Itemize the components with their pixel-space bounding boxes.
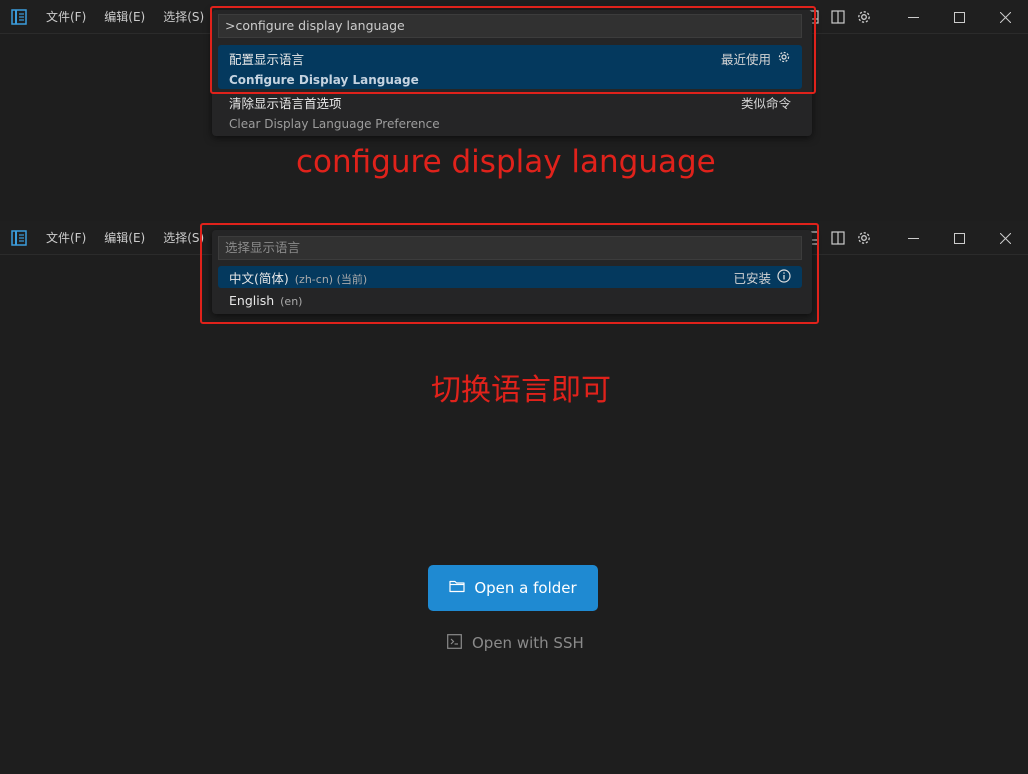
command-palette-input[interactable]: >configure display language <box>218 14 802 38</box>
language-option-desc: (en) <box>280 294 303 308</box>
terminal-icon <box>447 633 462 653</box>
toggle-sidebar-icon[interactable] <box>830 230 846 246</box>
installed-label: 已安装 <box>733 270 771 286</box>
language-option-label: English <box>229 292 275 308</box>
close-button[interactable] <box>982 221 1028 255</box>
language-picker: 选择显示语言 中文(简体) (zh-cn) (当前) 已安装 English (en… <box>212 230 812 314</box>
maximize-button[interactable] <box>936 221 982 255</box>
menu-selection[interactable]: 选择(S) <box>161 227 206 248</box>
open-folder-button[interactable]: Open a folder <box>428 565 598 611</box>
menu-file[interactable]: 文件(F) <box>44 227 88 248</box>
language-option-zh-cn[interactable]: 中文(简体) (zh-cn) (当前) 已安装 <box>218 266 802 288</box>
info-icon[interactable] <box>777 268 791 286</box>
gear-icon[interactable] <box>777 50 791 67</box>
maximize-button[interactable] <box>936 0 982 34</box>
folder-icon <box>449 579 465 597</box>
command-item-sublabel: Configure Display Language <box>229 73 419 87</box>
menu-selection[interactable]: 选择(S) <box>161 6 206 27</box>
minimize-button[interactable] <box>890 0 936 34</box>
close-button[interactable] <box>982 0 1028 34</box>
app-logo-icon <box>11 8 27 25</box>
open-ssh-label: Open with SSH <box>472 634 584 652</box>
language-search-input[interactable]: 选择显示语言 <box>218 236 802 260</box>
minimize-button[interactable] <box>890 221 936 255</box>
menu-edit[interactable]: 编辑(E) <box>102 6 147 27</box>
recently-used-label: 最近使用 <box>720 52 771 67</box>
command-item-configure-language[interactable]: 配置显示语言 最近使用 Configure Display Language <box>218 45 802 89</box>
app-window: 文件(F) 编辑(E) 选择(S) >configure display lan… <box>0 0 1028 774</box>
language-option-desc: (zh-cn) (当前) <box>294 272 368 286</box>
window-actions <box>804 221 1028 255</box>
settings-gear-icon[interactable] <box>856 9 872 25</box>
app-logo-icon <box>11 229 27 246</box>
language-option-label: 中文(简体) <box>229 270 289 286</box>
command-item-label: 配置显示语言 <box>229 52 305 67</box>
open-folder-label: Open a folder <box>474 579 577 597</box>
command-palette: >configure display language 配置显示语言 最近使用 … <box>212 10 812 136</box>
command-item-sublabel: Clear Display Language Preference <box>229 117 440 131</box>
window-actions <box>804 0 1028 34</box>
menu-file[interactable]: 文件(F) <box>44 6 88 27</box>
similar-commands-label: 类似命令 <box>740 96 791 111</box>
menu-edit[interactable]: 编辑(E) <box>102 227 147 248</box>
language-option-en[interactable]: English (en) <box>218 289 802 311</box>
settings-gear-icon[interactable] <box>856 230 872 246</box>
command-item-label: 清除显示语言首选项 <box>229 96 342 111</box>
command-item-clear-language[interactable]: 清除显示语言首选项 类似命令 Clear Display Language Pr… <box>218 91 802 133</box>
annotation-configure-display-language: configure display language <box>296 144 716 180</box>
annotation-switch-language: 切换语言即可 <box>431 373 611 408</box>
toggle-sidebar-icon[interactable] <box>830 9 846 25</box>
open-ssh-link[interactable]: Open with SSH <box>447 632 584 654</box>
